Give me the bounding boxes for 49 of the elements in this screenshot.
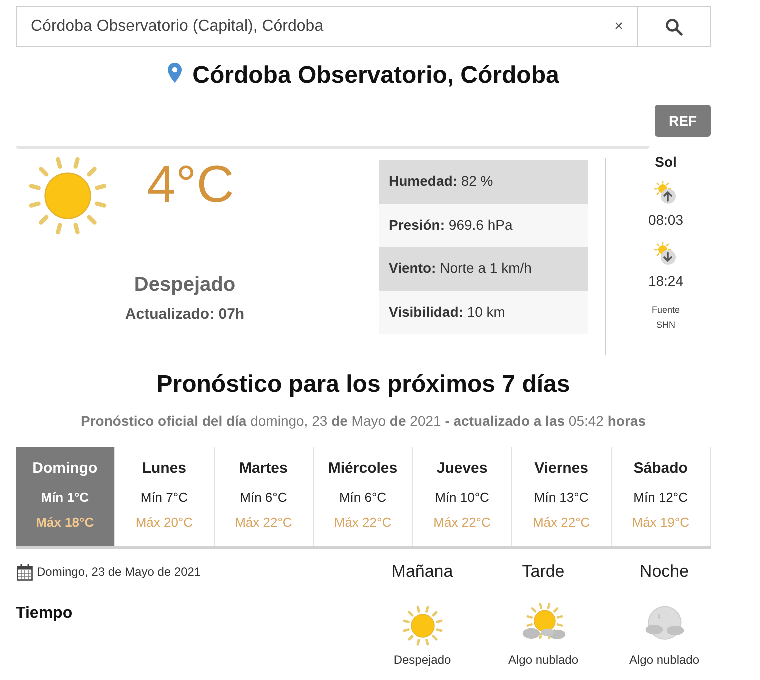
search-button[interactable]: [638, 6, 711, 47]
period-condition: Despejado: [394, 652, 452, 668]
forecast-title: Pronóstico para los próximos 7 días: [156, 370, 572, 400]
day-tab[interactable]: Martes Mín 6°C Máx 22°C: [214, 447, 314, 546]
weather-detail-row: Presión: 969.6 hPa: [379, 204, 588, 247]
location-title: Córdoba Observatorio, Córdoba: [192, 61, 560, 91]
min-temperature: Mín 6°C: [240, 489, 288, 507]
max-temperature: Máx 18°C: [36, 514, 94, 532]
min-temperature: Mín 13°C: [534, 489, 589, 507]
period-header: Tarde: [521, 561, 566, 583]
sun-time: 18:24: [648, 272, 684, 291]
day-tab[interactable]: Sábado Mín 12°C Máx 19°C: [612, 447, 711, 546]
ref-button[interactable]: REF: [655, 105, 711, 137]
search-icon: [665, 18, 683, 36]
calendar-icon: [17, 564, 33, 580]
map-pin-icon: [168, 63, 182, 83]
max-temperature: Máx 22°C: [334, 514, 392, 532]
max-temperature: Máx 20°C: [136, 514, 194, 532]
forecast-date: Domingo, 23 de Mayo de 2021: [37, 564, 202, 581]
day-tab[interactable]: Domingo Mín 1°C Máx 18°C: [16, 447, 116, 546]
clear-button[interactable]: ×: [609, 16, 629, 36]
sunset-icon: [654, 242, 678, 266]
forecast-subtitle: Pronóstico oficial del día domingo, 23 de Mayo de 2021 - actualizado a las 05:42 horas: [80, 412, 647, 431]
source-label: Fuente: [652, 304, 680, 316]
max-temperature: Máx 22°C: [434, 514, 491, 532]
source-value: SHN: [656, 319, 676, 331]
min-temperature: Mín 7°C: [140, 489, 188, 507]
min-temperature: Mín 12°C: [634, 489, 688, 507]
min-temperature: Mín 1°C: [41, 489, 90, 507]
temperature: 4°C: [147, 159, 234, 211]
period-header: Noche: [638, 561, 690, 583]
updated-label: Actualizado: 07h: [124, 305, 246, 325]
period-condition: Algo nublado: [508, 652, 579, 668]
max-temperature: Máx 22°C: [235, 514, 292, 532]
sun-title: Sol: [655, 153, 677, 172]
weather-detail-row: Visibilidad: 10 km: [379, 290, 588, 334]
sunrise-icon: [654, 181, 678, 205]
sun-time: 08:03: [648, 211, 684, 230]
weather-detail-row: Viento: Norte a 1 km/h: [379, 247, 588, 290]
max-temperature: Máx 22°C: [532, 514, 590, 532]
period-condition: Algo nublado: [629, 652, 700, 668]
row-label: Tiempo: [16, 604, 74, 624]
min-temperature: Mín 10°C: [435, 489, 490, 507]
period-header: Mañana: [390, 561, 454, 583]
weather-detail-row: Humedad: 82 %: [379, 160, 588, 204]
search-field[interactable]: Córdoba Observatorio (Capital), Córdoba ×: [16, 6, 638, 47]
condition-label: Despejado: [133, 273, 237, 298]
max-temperature: Máx 19°C: [632, 514, 690, 532]
min-temperature: Mín 6°C: [339, 489, 387, 507]
